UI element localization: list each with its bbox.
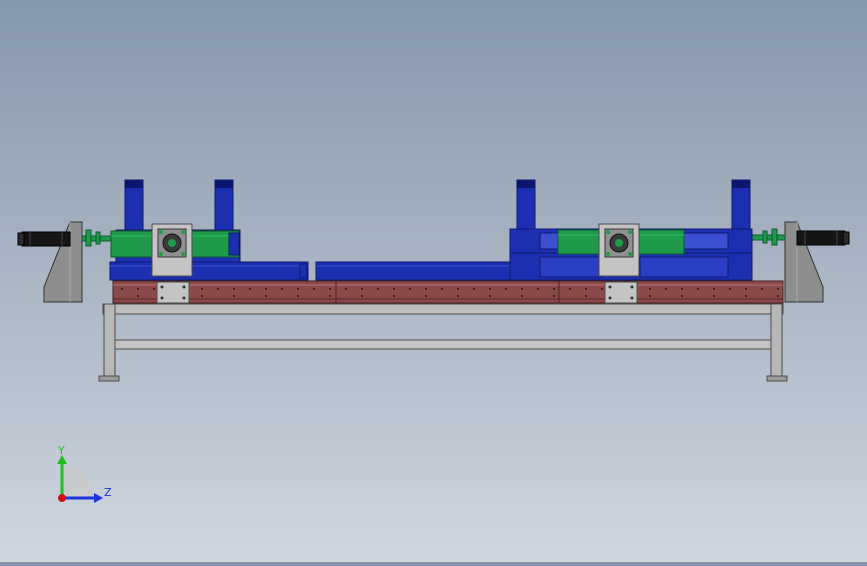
rail-beam-body	[112, 280, 784, 304]
left-cylinder	[21, 231, 71, 247]
rail-bolt-hole	[713, 288, 715, 290]
rail-bolt-hole	[697, 288, 699, 290]
rail-bolt-hole	[553, 295, 555, 297]
rail-bolt-hole	[217, 288, 219, 290]
rail-bolt-hole	[361, 295, 363, 297]
right-rod	[751, 234, 786, 241]
rail-bolt-hole	[425, 288, 427, 290]
triad-y-label: Y	[57, 444, 65, 457]
rail-bolt-hole	[777, 295, 779, 297]
model-view-svg[interactable]: Y Z	[0, 0, 867, 562]
right-rail-carriage	[604, 281, 638, 304]
rail-bolt-hole	[585, 288, 587, 290]
rail-bolt-hole	[553, 288, 555, 290]
rail-bolt-hole	[201, 295, 203, 297]
rail-bolt-hole	[505, 288, 507, 290]
rail-bolt-hole	[521, 288, 523, 290]
rail-bolt-hole	[489, 288, 491, 290]
frame-foot-right	[766, 375, 788, 382]
frame-lower-bar	[112, 339, 774, 350]
rail-bolt-hole	[649, 288, 651, 290]
rail-bolt-hole	[393, 295, 395, 297]
rail-bolt-hole	[233, 295, 235, 297]
rail-bolt-hole	[409, 288, 411, 290]
rail-bolt-hole	[281, 288, 283, 290]
left-end-support	[17, 221, 113, 303]
rail-bolt-hole	[585, 295, 587, 297]
right-cylinder	[796, 230, 846, 246]
rail-bolt-hole	[665, 288, 667, 290]
rail-bolt-hole	[329, 295, 331, 297]
rail-bolt-hole	[121, 288, 123, 290]
frame-leg-left	[103, 303, 116, 379]
rail-bolt-hole	[249, 288, 251, 290]
rail-bolt-hole	[265, 288, 267, 290]
rail-bolt-hole	[377, 288, 379, 290]
middle-beam	[315, 261, 511, 281]
rail-bolt-hole	[441, 288, 443, 290]
rail-bolt-hole	[681, 288, 683, 290]
rail-bolt-hole	[329, 288, 331, 290]
rail-bolt-hole	[393, 288, 395, 290]
rail-bolt-hole	[201, 288, 203, 290]
rail-bolt-hole	[345, 288, 347, 290]
triad-x-origin	[58, 494, 66, 502]
rail-bolt-hole	[153, 288, 155, 290]
rail-bolt-hole	[521, 295, 523, 297]
rail-bolt-hole	[137, 288, 139, 290]
rail-bolt-hole	[297, 288, 299, 290]
rail-bolt-hole	[361, 288, 363, 290]
triad-z-label: Z	[104, 486, 112, 499]
rail-beam	[112, 280, 784, 304]
rail-bolt-hole	[745, 288, 747, 290]
rail-bolt-hole	[681, 295, 683, 297]
rail-bolt-hole	[457, 295, 459, 297]
rail-bolt-hole	[569, 288, 571, 290]
triad-z-arrow	[94, 493, 103, 503]
left-base-plate	[109, 261, 309, 281]
rail-bolt-hole	[489, 295, 491, 297]
rail-bolt-hole	[425, 295, 427, 297]
rail-bolt-hole	[761, 288, 763, 290]
base-frame	[98, 303, 788, 382]
frame-top-bar	[102, 303, 784, 315]
frame-leg-right	[770, 303, 783, 379]
rail-bolt-hole	[457, 288, 459, 290]
left-rail-carriage	[156, 281, 190, 304]
middle-blue-bar	[299, 261, 511, 281]
rail-bolt-hole	[233, 288, 235, 290]
rail-bolt-hole	[265, 295, 267, 297]
rail-bolt-hole	[729, 288, 731, 290]
rail-bolt-hole	[713, 295, 715, 297]
rail-bolt-hole	[777, 288, 779, 290]
orientation-triad[interactable]: Y Z	[57, 444, 112, 503]
cad-viewport[interactable]: Y Z	[0, 0, 867, 562]
rail-bolt-hole	[601, 288, 603, 290]
rail-bolt-hole	[537, 288, 539, 290]
frame-foot-left	[98, 375, 120, 382]
rail-bolt-hole	[745, 295, 747, 297]
triad-quadrant	[62, 466, 94, 498]
rail-bolt-hole	[297, 295, 299, 297]
rail-bolt-hole	[473, 288, 475, 290]
rail-bolt-hole	[137, 295, 139, 297]
rail-bolt-hole	[649, 295, 651, 297]
rail-bolt-hole	[313, 288, 315, 290]
